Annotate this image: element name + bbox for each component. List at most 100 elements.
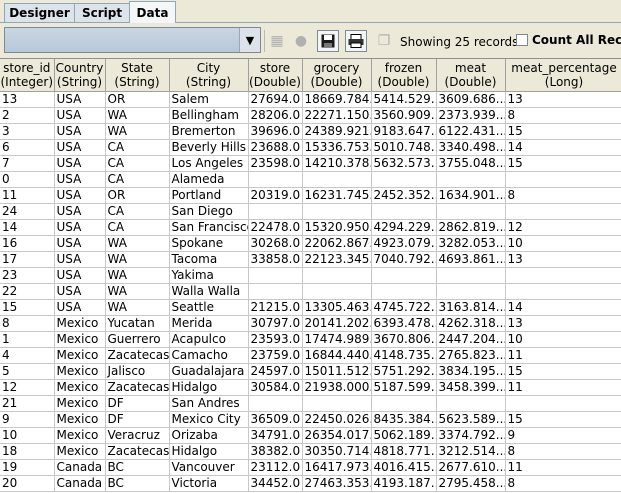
table-cell[interactable]: 15 (0, 300, 54, 316)
table-cell[interactable] (505, 396, 621, 412)
table-row[interactable]: 16USAWASpokane30268.022062.867...4923.07… (0, 236, 621, 252)
table-cell[interactable]: 4016.415... (371, 460, 436, 476)
column-header-grocery[interactable]: grocery(Double) (302, 59, 371, 92)
table-cell[interactable]: WA (105, 236, 169, 252)
table-cell[interactable]: 23112.0 (248, 460, 302, 476)
table-cell[interactable]: San Diego (169, 204, 248, 220)
table-cell[interactable]: Veracruz (105, 428, 169, 444)
table-cell[interactable]: 15 (505, 124, 621, 140)
table-cell[interactable] (371, 284, 436, 300)
table-cell[interactable]: 6 (0, 140, 54, 156)
table-cell[interactable]: 14 (505, 140, 621, 156)
table-cell[interactable]: 2765.823... (436, 348, 505, 364)
table-cell[interactable]: 9 (0, 412, 54, 428)
table-row[interactable]: 15USAWASeattle21215.013305.463...4745.72… (0, 300, 621, 316)
table-row[interactable]: 11USAORPortland20319.016231.745...2452.3… (0, 188, 621, 204)
table-cell[interactable]: 7 (0, 156, 54, 172)
table-cell[interactable]: 2447.204... (436, 332, 505, 348)
table-cell[interactable]: 13305.463... (302, 300, 371, 316)
table-cell[interactable]: BC (105, 476, 169, 492)
table-cell[interactable]: 24389.921... (302, 124, 371, 140)
table-cell[interactable]: USA (54, 92, 105, 108)
table-cell[interactable]: 4693.861... (436, 252, 505, 268)
table-cell[interactable] (505, 204, 621, 220)
table-row[interactable]: 2USAWABellingham28206.022271.150...3560.… (0, 108, 621, 124)
table-cell[interactable]: WA (105, 108, 169, 124)
table-row[interactable]: 9MexicoDFMexico City36509.022450.026...8… (0, 412, 621, 428)
table-cell[interactable]: Los Angeles (169, 156, 248, 172)
table-cell[interactable]: 12 (505, 220, 621, 236)
table-cell[interactable]: 23593.0 (248, 332, 302, 348)
table-cell[interactable] (302, 268, 371, 284)
print-icon[interactable] (345, 30, 367, 52)
table-cell[interactable]: 27694.0 (248, 92, 302, 108)
table-cell[interactable]: 14 (0, 220, 54, 236)
table-cell[interactable]: 1 (0, 332, 54, 348)
data-grid[interactable]: store_id(Integer)Country(String)State(St… (0, 58, 621, 493)
table-cell[interactable]: 1634.901... (436, 188, 505, 204)
table-cell[interactable]: 16231.745... (302, 188, 371, 204)
table-cell[interactable]: DF (105, 412, 169, 428)
table-cell[interactable]: 2677.610... (436, 460, 505, 476)
table-row[interactable]: 8MexicoYucatanMerida30797.020141.202...6… (0, 316, 621, 332)
table-cell[interactable]: 9 (505, 428, 621, 444)
table-cell[interactable]: 8 (505, 108, 621, 124)
table-cell[interactable]: 3163.814... (436, 300, 505, 316)
table-cell[interactable]: 6122.431... (436, 124, 505, 140)
table-cell[interactable]: 15011.512... (302, 364, 371, 380)
table-cell[interactable]: Mexico (54, 364, 105, 380)
table-cell[interactable]: 3834.195... (436, 364, 505, 380)
table-cell[interactable]: 21938.000... (302, 380, 371, 396)
table-cell[interactable]: 3458.399... (436, 380, 505, 396)
table-cell[interactable]: USA (54, 124, 105, 140)
table-row[interactable]: 1MexicoGuerreroAcapulco23593.017474.989.… (0, 332, 621, 348)
table-cell[interactable] (248, 284, 302, 300)
table-cell[interactable]: 18 (0, 444, 54, 460)
table-cell[interactable]: Acapulco (169, 332, 248, 348)
table-cell[interactable]: Zacatecas (105, 380, 169, 396)
table-cell[interactable]: Merida (169, 316, 248, 332)
column-header-city[interactable]: City(String) (169, 59, 248, 92)
table-row[interactable]: 0USACAAlameda (0, 172, 621, 188)
column-header-frozen[interactable]: frozen(Double) (371, 59, 436, 92)
table-cell[interactable]: 5751.292... (371, 364, 436, 380)
table-cell[interactable]: 3755.048... (436, 156, 505, 172)
table-cell[interactable] (505, 172, 621, 188)
table-cell[interactable]: 22123.345... (302, 252, 371, 268)
copy-icon[interactable]: ❐ (373, 30, 395, 52)
table-cell[interactable] (371, 268, 436, 284)
table-cell[interactable]: 30584.0 (248, 380, 302, 396)
table-cell[interactable]: 15320.950... (302, 220, 371, 236)
table-row[interactable]: 22USAWAWalla Walla (0, 284, 621, 300)
table-cell[interactable]: 8 (505, 444, 621, 460)
table-cell[interactable]: 11 (0, 188, 54, 204)
table-cell[interactable]: Jalisco (105, 364, 169, 380)
table-cell[interactable]: 3374.792... (436, 428, 505, 444)
table-cell[interactable]: Yakima (169, 268, 248, 284)
table-cell[interactable]: 23598.0 (248, 156, 302, 172)
table-cell[interactable]: 21 (0, 396, 54, 412)
table-row[interactable]: 4MexicoZacatecasCamacho23759.016844.440.… (0, 348, 621, 364)
table-cell[interactable] (371, 204, 436, 220)
table-cell[interactable]: 15 (505, 364, 621, 380)
table-cell[interactable]: Mexico (54, 380, 105, 396)
table-cell[interactable] (436, 268, 505, 284)
table-cell[interactable]: USA (54, 140, 105, 156)
table-cell[interactable]: 17 (0, 252, 54, 268)
table-cell[interactable]: OR (105, 188, 169, 204)
table-cell[interactable]: 23759.0 (248, 348, 302, 364)
table-cell[interactable]: Seattle (169, 300, 248, 316)
table-cell[interactable]: CA (105, 172, 169, 188)
table-cell[interactable]: 14 (505, 300, 621, 316)
table-cell[interactable]: San Francisco (169, 220, 248, 236)
stop-icon[interactable]: ● (290, 30, 312, 52)
table-cell[interactable]: 4745.722... (371, 300, 436, 316)
table-cell[interactable]: 20319.0 (248, 188, 302, 204)
table-cell[interactable]: Orizaba (169, 428, 248, 444)
table-cell[interactable]: 13 (0, 92, 54, 108)
table-cell[interactable]: 14210.378... (302, 156, 371, 172)
table-cell[interactable]: USA (54, 156, 105, 172)
table-row[interactable]: 21MexicoDFSan Andres (0, 396, 621, 412)
table-cell[interactable]: 9183.647... (371, 124, 436, 140)
column-header-meat-percentage[interactable]: meat_percentage(Long) (505, 59, 621, 92)
